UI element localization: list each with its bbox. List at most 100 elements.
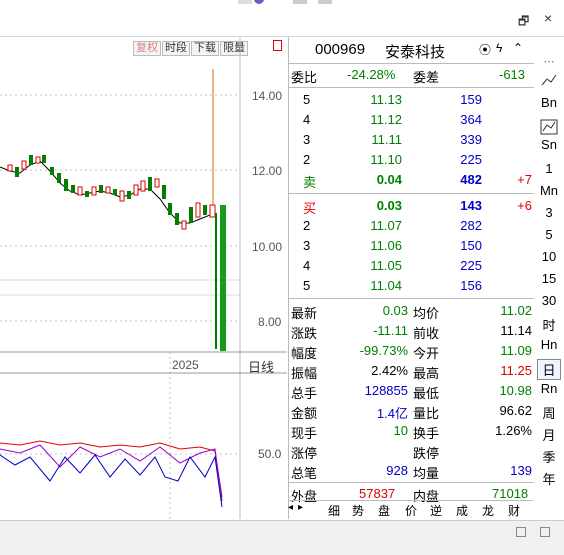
period-14[interactable]: 月 (534, 425, 564, 444)
stat-label: 均价 (413, 306, 440, 321)
stat-value: 10.98 (499, 383, 532, 398)
collapse-icon[interactable]: ⌃ (513, 41, 523, 55)
ask-row: 卖 0.04 482 +7 (289, 170, 534, 190)
stat-label: 量比 (413, 406, 440, 421)
stat-value: 1.26% (495, 423, 532, 438)
weibi-row: 委比 -24.28% 委差 -613 (289, 65, 534, 85)
stock-name: 安泰科技 (385, 44, 446, 61)
toolbar-icon[interactable] (318, 0, 332, 4)
bid-level: 5 (303, 278, 311, 293)
tab-price[interactable]: 价 (405, 502, 417, 519)
kline-svg (0, 37, 287, 519)
bid-price: 11.04 (370, 278, 402, 293)
period-11[interactable]: 日 (537, 359, 561, 380)
toolbar-icon[interactable] (293, 0, 307, 4)
candles (7, 69, 226, 351)
tab-finance[interactable]: 财 (508, 502, 520, 519)
y-tick-label: 10.00 (252, 240, 283, 254)
line-chart-icon[interactable] (534, 73, 564, 90)
tab-deal[interactable]: 成 (456, 502, 468, 519)
ask-volume: 159 (460, 92, 482, 107)
period-3[interactable]: Mn (534, 183, 564, 198)
bid-row: 3 11.06 150 (289, 236, 534, 256)
ask-volume: 364 (460, 112, 482, 127)
ask-price: 11.11 (371, 132, 402, 147)
ask-row: 2 11.10 225 (289, 150, 534, 170)
period-12[interactable]: Rn (534, 381, 564, 396)
period-16[interactable]: 年 (534, 469, 564, 488)
bid-price: 11.07 (370, 218, 402, 233)
stat-row: 现手 10 换手 1.26% (289, 421, 534, 441)
area-chart-icon[interactable] (534, 119, 564, 138)
tab-detail[interactable]: 细 (328, 502, 340, 519)
weibi-value: -24.28% (347, 67, 396, 82)
period-10[interactable]: Hn (534, 337, 564, 352)
bid-row: 买 0.03 143 +6 (289, 196, 534, 216)
bid-row: 2 11.07 282 (289, 216, 534, 236)
stat-value: -99.73% (359, 343, 408, 358)
stat-value: 1.4亿 (376, 406, 408, 421)
period-1[interactable]: Sn (534, 137, 564, 152)
stock-header: 000969 安泰科技 ⦿ ϟ ⌃ (289, 39, 534, 61)
bid-volume: 150 (460, 238, 482, 253)
period-7[interactable]: 15 (534, 271, 564, 286)
tab-trend[interactable]: 势 (352, 502, 364, 519)
tab-right-arrow-icon[interactable]: ▸ (298, 502, 303, 513)
stat-label: 最高 (413, 366, 440, 381)
bid-level: 2 (303, 218, 311, 233)
bid-price: 11.06 (370, 238, 402, 253)
stat-label: 最新 (291, 306, 318, 321)
ask-price: 0.04 (376, 172, 402, 187)
stat-row: 涨跌 -11.11 前收 11.14 (289, 321, 534, 341)
bid-volume: 225 (460, 258, 482, 273)
tab-dragon[interactable]: 龙 (482, 502, 494, 519)
stat-label: 总手 (291, 386, 318, 401)
toolbar-icon[interactable] (238, 0, 252, 4)
lightning-icon[interactable]: ϟ (496, 41, 502, 55)
ask-price: 11.10 (370, 152, 402, 167)
period-13[interactable]: 周 (534, 403, 564, 422)
stat-label: 幅度 (291, 346, 318, 361)
stat-row: 振幅 2.42% 最高 11.25 (289, 361, 534, 381)
stat-label: 换手 (413, 426, 440, 441)
period-sidebar: ⋯ Bn Sn 1 Mn 3 5 10 15 30 时 Hn 日 Rn 周月季年 (534, 37, 564, 519)
ask-level: 3 (303, 132, 311, 147)
ask-price: 11.13 (370, 92, 402, 107)
bid-price: 11.05 (370, 258, 402, 273)
tab-left-arrow-icon[interactable]: ◂ (288, 502, 293, 513)
title-bar: 🗗 × (0, 0, 564, 37)
period-5[interactable]: 5 (534, 227, 564, 242)
period-0[interactable]: Bn (534, 95, 564, 110)
ask-price: 11.12 (370, 112, 402, 127)
period-9[interactable]: 时 (534, 315, 564, 334)
stat-value: 11.02 (500, 303, 532, 318)
stat-label: 均量 (413, 466, 440, 481)
stat-label: 今开 (413, 346, 440, 361)
stat-row: 最新 0.03 均价 11.02 (289, 301, 534, 321)
tab-pan[interactable]: 盘 (378, 502, 390, 519)
kline-chart-panel[interactable]: 复权 时段 下载 限量 14.00 12.00 10.00 8.00 2025 … (0, 37, 287, 519)
bid-row: 5 11.04 156 (289, 276, 534, 296)
close-icon[interactable]: × (544, 10, 552, 26)
info-icon[interactable] (254, 0, 264, 4)
y-tick-label: 14.00 (252, 89, 283, 103)
period-15[interactable]: 季 (534, 447, 564, 466)
bid-row: 4 11.05 225 (289, 256, 534, 276)
ask-level: 2 (303, 152, 311, 167)
y-tick-label: 12.00 (252, 164, 283, 178)
period-2[interactable]: 1 (534, 161, 564, 176)
period-6[interactable]: 10 (534, 249, 564, 264)
quote-panel: 000969 安泰科技 ⦿ ϟ ⌃ 委比 -24.28% 委差 -613 外盘 … (288, 37, 535, 519)
stat-value: 2.42% (371, 363, 408, 378)
period-4[interactable]: 3 (534, 205, 564, 220)
period-8[interactable]: 30 (534, 293, 564, 308)
more-icon[interactable]: ⋯ (534, 55, 564, 68)
restore-icon[interactable]: 🗗 (518, 12, 529, 33)
tab-reverse[interactable]: 逆 (430, 502, 442, 519)
bid-level: 买 (303, 201, 317, 216)
indicator-tick-label: 50.0 (258, 447, 282, 461)
stat-row: 金额 1.4亿 量比 96.62 (289, 401, 534, 421)
target-icon[interactable]: ⦿ (479, 41, 491, 58)
status-icon[interactable] (516, 527, 526, 537)
status-icon[interactable] (540, 527, 550, 537)
